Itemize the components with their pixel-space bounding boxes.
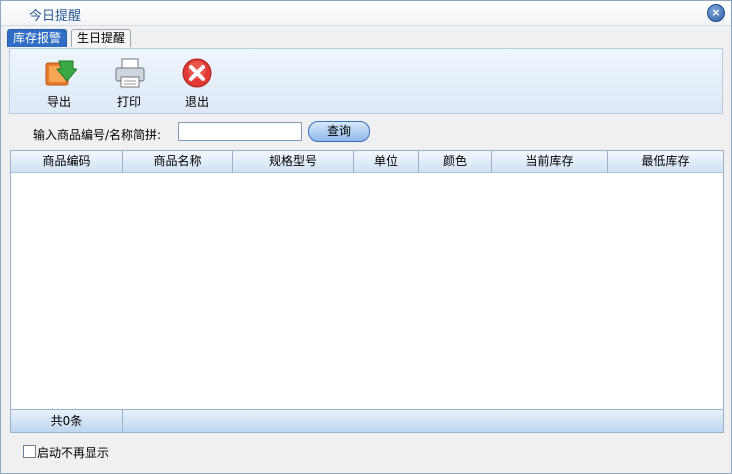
export-icon bbox=[45, 60, 77, 86]
column-header-product-code[interactable]: 商品编码 bbox=[11, 151, 123, 172]
tab-stock-alert[interactable]: 库存报警 bbox=[7, 29, 68, 47]
close-icon[interactable]: × bbox=[707, 4, 725, 22]
dont-show-on-startup-checkbox[interactable] bbox=[23, 445, 36, 458]
window-title: 今日提醒 bbox=[29, 9, 82, 24]
bottom-bar: 启动不再显示 bbox=[9, 436, 721, 464]
table-header: 商品编码 商品名称 规格型号 单位 颜色 当前库存 最低库存 bbox=[11, 151, 723, 173]
dont-show-on-startup-label[interactable]: 启动不再显示 bbox=[37, 444, 109, 461]
stock-alert-table: 商品编码 商品名称 规格型号 单位 颜色 当前库存 最低库存 共0条 bbox=[10, 150, 724, 433]
column-header-product-name[interactable]: 商品名称 bbox=[123, 151, 233, 172]
column-header-current-stock[interactable]: 当前库存 bbox=[492, 151, 608, 172]
exit-label: 退出 bbox=[184, 95, 209, 109]
tab-birthday-reminder[interactable]: 生日提醒 bbox=[71, 29, 132, 47]
printer-icon bbox=[115, 58, 145, 88]
record-count: 共0条 bbox=[11, 410, 123, 432]
column-header-color[interactable]: 颜色 bbox=[419, 151, 492, 172]
table-footer: 共0条 bbox=[11, 409, 723, 432]
query-button[interactable]: 查询 bbox=[308, 121, 370, 142]
column-header-unit[interactable]: 单位 bbox=[354, 151, 419, 172]
export-button[interactable]: 导出 bbox=[34, 55, 84, 111]
table-body[interactable] bbox=[11, 173, 723, 408]
print-label: 打印 bbox=[116, 95, 141, 109]
title-bar: 今日提醒 × bbox=[1, 1, 731, 26]
print-button[interactable]: 打印 bbox=[104, 55, 154, 111]
search-input[interactable] bbox=[178, 122, 302, 141]
toolbar: 导出 打印 退出 bbox=[9, 48, 723, 114]
exit-button[interactable]: 退出 bbox=[172, 55, 222, 111]
export-label: 导出 bbox=[46, 95, 71, 109]
column-header-spec-model[interactable]: 规格型号 bbox=[233, 151, 354, 172]
search-row: 输入商品编号/名称简拼: 查询 bbox=[11, 119, 723, 145]
column-header-min-stock[interactable]: 最低库存 bbox=[608, 151, 723, 172]
exit-icon bbox=[182, 58, 212, 88]
reminder-window: 今日提醒 × 库存报警 生日提醒 导出 打印 退出 输入商品编号/名称简拼: 查… bbox=[0, 0, 732, 474]
search-label: 输入商品编号/名称简拼: bbox=[33, 128, 162, 142]
tab-strip: 库存报警 生日提醒 bbox=[5, 29, 725, 47]
